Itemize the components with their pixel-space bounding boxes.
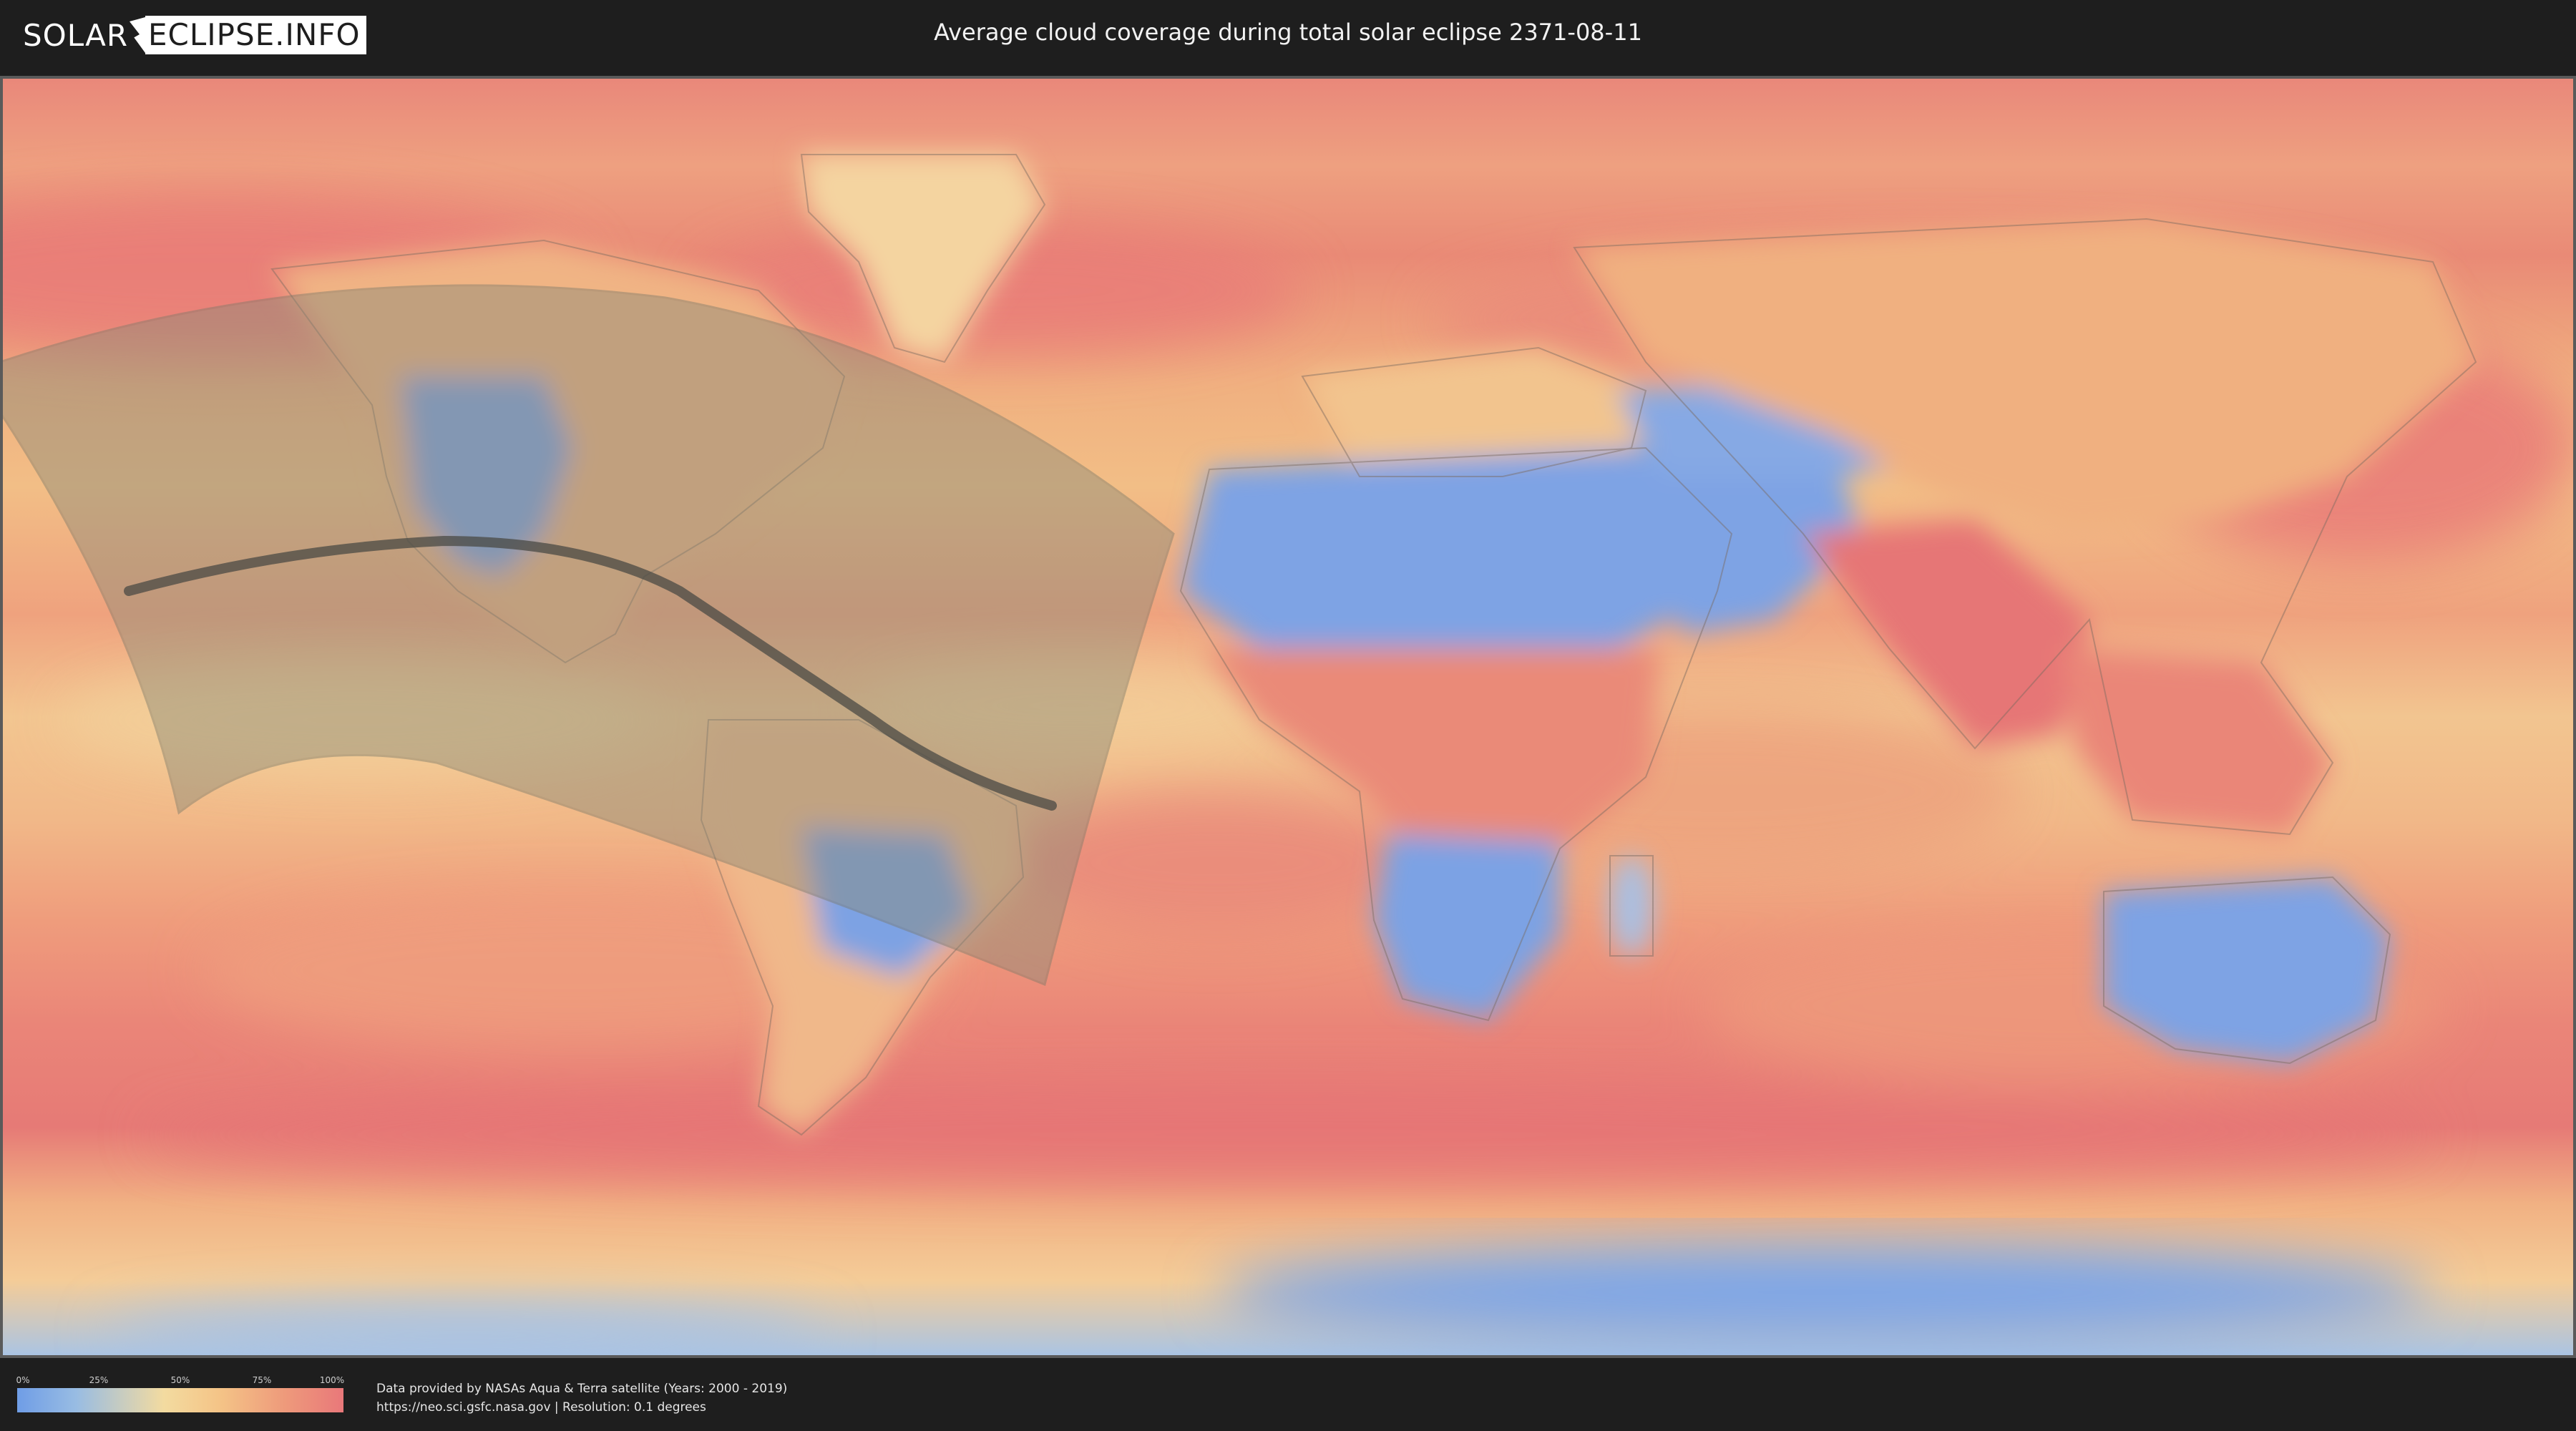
legend-tick-50: 50% (170, 1375, 190, 1385)
legend-tick-75: 75% (252, 1375, 272, 1385)
page-title: Average cloud coverage during total sola… (934, 19, 1642, 46)
cloud-coverage-legend: 0% 25% 50% 75% 100% (16, 1375, 345, 1414)
legend-tick-0: 0% (16, 1375, 30, 1385)
header-bar: SOLAR ECLIPSE.INFO Average cloud coverag… (0, 0, 2576, 72)
world-map-svg (0, 76, 2576, 1358)
data-credits: Data provided by NASAs Aqua & Terra sate… (376, 1379, 787, 1417)
credits-line-1: Data provided by NASAs Aqua & Terra sate… (376, 1382, 788, 1396)
legend-tick-25: 25% (89, 1375, 109, 1385)
legend-color-bar (17, 1388, 343, 1412)
legend-ticks: 0% 25% 50% 75% 100% (16, 1375, 345, 1387)
credits-line-2[interactable]: https://neo.sci.gsfc.nasa.gov | Resoluti… (376, 1398, 787, 1417)
footer-bar: 0% 25% 50% 75% 100% Data provided by NAS… (0, 1359, 2576, 1431)
cloud-coverage-map[interactable] (0, 76, 2576, 1358)
legend-tick-100: 100% (319, 1375, 345, 1385)
